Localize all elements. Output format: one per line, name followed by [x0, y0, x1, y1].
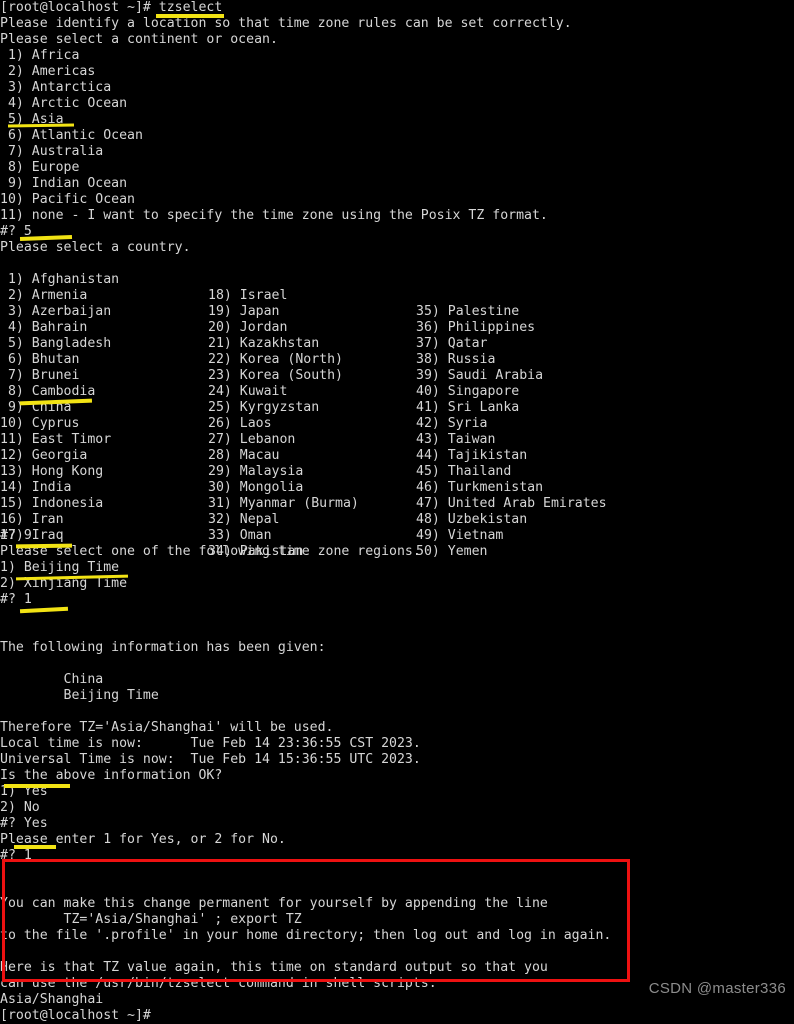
intro-line-2: Please select a continent or ocean.	[0, 32, 278, 47]
terminal-output: [root@localhost ~]# tzselect Please iden…	[0, 0, 794, 1024]
country-row: 8) Cambodia 25) Kyrgyzstan 42) Syria	[0, 368, 794, 431]
answer-confirm: #? 1	[0, 848, 32, 863]
confirm-option-yes[interactable]: 1) Yes	[0, 784, 794, 800]
continent-option[interactable]: 4) Arctic Ocean	[0, 96, 794, 112]
country-option[interactable]: 49) Vietnam	[416, 528, 503, 544]
country-row: 6) Bhutan 23) Korea (South) 40) Singapor…	[0, 336, 794, 399]
continent-option[interactable]: 9) Indian Ocean	[0, 176, 794, 192]
country-row: 15) Indonesia 32) Nepal 49) Vietnam	[0, 480, 794, 543]
permanent-line-2: TZ='Asia/Shanghai' ; export TZ	[0, 912, 302, 927]
country-row: 12) Georgia 29) Malaysia 46) Turkmenista…	[0, 432, 794, 495]
country-row: 13) Hong Kong 30) Mongolia 47) United Ar…	[0, 448, 794, 511]
given-header: The following information has been given…	[0, 640, 326, 655]
confirm-option-no[interactable]: 2) No	[0, 800, 794, 816]
country-row: 7) Brunei 24) Kuwait 41) Sri Lanka	[0, 352, 794, 415]
given-region: Beijing Time	[0, 688, 159, 703]
shell-prompt-bottom: [root@localhost ~]#	[0, 1008, 151, 1023]
reenter-hint: Please enter 1 for Yes, or 2 for No.	[0, 832, 286, 847]
intro-line-1: Please identify a location so that time …	[0, 16, 572, 31]
country-option[interactable]: 17) Iraq	[0, 528, 64, 544]
continent-option[interactable]: 10) Pacific Ocean	[0, 192, 794, 208]
country-row: 16) Iran 33) Oman 50) Yemen	[0, 496, 794, 559]
region-option-beijing[interactable]: 1) Beijing Time	[0, 560, 794, 576]
country-row: 10) Cyprus 27) Lebanon 44) Tajikistan	[0, 400, 794, 463]
country-row: 11) East Timor 28) Macau 45) Thailand	[0, 416, 794, 479]
country-row: 4) Bahrain 21) Kazakhstan 38) Russia	[0, 304, 794, 367]
given-country: China	[0, 672, 104, 687]
permanent-line-3: to the file '.profile' in your home dire…	[0, 928, 612, 943]
country-row: 1) Afghanistan 18) Israel 35) Palestine	[0, 256, 794, 319]
region-option-xinjiang[interactable]: 2) Xinjiang Time	[0, 576, 794, 592]
country-row: 5) Bangladesh 22) Korea (North) 39) Saud…	[0, 320, 794, 383]
universal-time-line: Universal Time is now: Tue Feb 14 15:36:…	[0, 752, 421, 767]
country-row: 9) China 26) Laos 43) Taiwan	[0, 384, 794, 447]
local-time-line: Local time is now: Tue Feb 14 23:36:55 C…	[0, 736, 421, 751]
permanent-line-1: You can make this change permanent for y…	[0, 896, 548, 911]
answer-continent: #? 5	[0, 224, 32, 239]
country-row: 2) Armenia 19) Japan 36) Philippines	[0, 272, 794, 335]
continent-option[interactable]: 1) Africa	[0, 48, 794, 64]
continent-option[interactable]: 7) Australia	[0, 144, 794, 160]
country-option[interactable]: 33) Oman	[208, 528, 272, 544]
country-row: 17) Iraq 34) Pakistan	[0, 512, 794, 559]
country-prompt: Please select a country.	[0, 240, 191, 255]
confirm-prompt: Is the above information OK?	[0, 768, 223, 783]
continent-option[interactable]: 3) Antarctica	[0, 80, 794, 96]
tz-again-line-1: Here is that TZ value again, this time o…	[0, 960, 548, 975]
continent-option[interactable]: 11) none - I want to specify the time zo…	[0, 208, 794, 224]
country-option[interactable]: 50) Yemen	[416, 544, 487, 560]
answer-invalid: #? Yes	[0, 816, 48, 831]
country-option[interactable]: 34) Pakistan	[208, 544, 303, 560]
continent-option[interactable]: 6) Atlantic Ocean	[0, 128, 794, 144]
region-prompt: Please select one of the following time …	[0, 544, 421, 559]
answer-region: #? 1	[0, 592, 32, 607]
continent-option-asia[interactable]: 5) Asia	[0, 112, 794, 128]
watermark-label: CSDN @master336	[648, 980, 786, 997]
continent-option[interactable]: 8) Europe	[0, 160, 794, 176]
shell-prompt-command: [root@localhost ~]# tzselect	[0, 0, 223, 15]
continent-option[interactable]: 2) Americas	[0, 64, 794, 80]
answer-country: #? 9	[0, 528, 32, 543]
terminal-window[interactable]: [root@localhost ~]# tzselect Please iden…	[0, 0, 794, 1023]
country-row: 14) India 31) Myanmar (Burma) 48) Uzbeki…	[0, 464, 794, 527]
country-row: 3) Azerbaijan 20) Jordan 37) Qatar	[0, 288, 794, 351]
therefore-line: Therefore TZ='Asia/Shanghai' will be use…	[0, 720, 334, 735]
